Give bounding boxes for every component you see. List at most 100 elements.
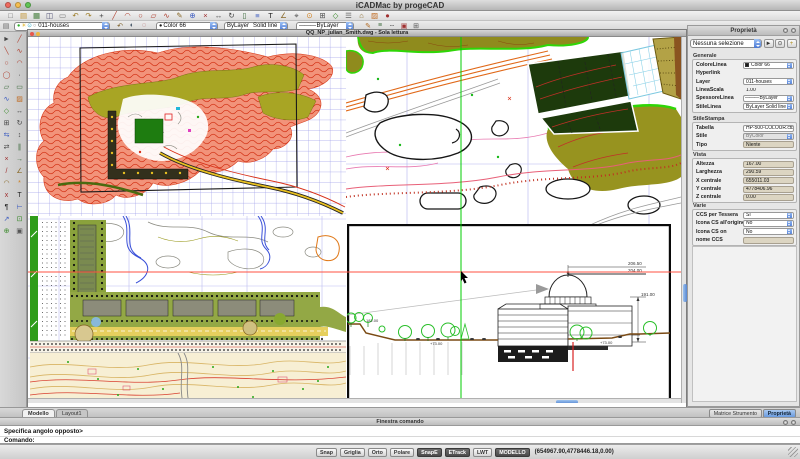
palette-tool-copy[interactable]: ⊞ <box>0 118 13 130</box>
toolbar-icon-arc[interactable]: ◠ <box>121 11 134 20</box>
toolbar-icon-region[interactable]: ◇ <box>329 11 342 20</box>
doc-close-button[interactable] <box>30 32 34 36</box>
toolbar-icon-spline[interactable]: ∿ <box>160 11 173 20</box>
palette-tool-rectangle[interactable]: ▭ <box>13 82 26 94</box>
toolbar-icon-insert-block[interactable]: ⊕ <box>186 11 199 20</box>
toolbar-icon-rotate[interactable]: ↻ <box>225 11 238 20</box>
palette-tool-ellipse[interactable]: ◯ <box>0 70 13 82</box>
palette-tool-text[interactable]: T <box>13 190 26 202</box>
palette-tool-point[interactable]: · <box>13 70 26 82</box>
horizontal-scrollbar[interactable] <box>28 398 681 403</box>
command-window-header[interactable]: Finestra comando <box>0 417 800 426</box>
palette-tool-line[interactable]: ╱ <box>13 34 26 46</box>
toolbar-icon-center-mark[interactable]: ⌖ <box>290 11 303 20</box>
toolbar-icon-save[interactable]: ▦ <box>30 11 43 20</box>
toolbar-icon-home-view[interactable]: ⌂ <box>355 11 368 20</box>
status-toggle-polare[interactable]: Polare <box>390 448 414 457</box>
palette-tool-spline[interactable]: ∿ <box>0 94 13 106</box>
palette-tool-insert[interactable]: ⊕ <box>0 226 13 238</box>
properties-tool-pin-selection[interactable]: + <box>787 39 797 48</box>
palette-tool-scale[interactable]: ↕ <box>13 130 26 142</box>
properties-tool-quick-select[interactable]: ⊙ <box>775 39 785 48</box>
toolbar-icon-point[interactable]: + <box>95 11 108 20</box>
palette-tool-polyline[interactable]: ∿ <box>13 46 26 58</box>
palette-tool-table[interactable]: ▣ <box>13 226 26 238</box>
command-minimize-icon[interactable] <box>783 420 788 425</box>
palette-tool-rotate[interactable]: ↻ <box>13 118 26 130</box>
toolbar-icon-move[interactable]: ↔ <box>212 11 225 20</box>
toolbar-icon-redo[interactable]: ↷ <box>82 11 95 20</box>
command-close-icon[interactable] <box>791 420 796 425</box>
toolbar-icon-print[interactable]: ◫ <box>43 11 56 20</box>
toolbar-icon-sketch[interactable]: ✎ <box>173 11 186 20</box>
status-toggle-etrack[interactable]: ETrack <box>445 448 470 457</box>
status-toggle-snap[interactable]: Snap <box>316 448 337 457</box>
toolbar-icon-line[interactable]: ╱ <box>108 11 121 20</box>
status-toggle-orto[interactable]: Orto <box>368 448 387 457</box>
toolbar-icon-layers[interactable]: ≡ <box>251 11 264 20</box>
palette-tool-block[interactable]: ⊡ <box>13 214 26 226</box>
selection-combo[interactable]: Nessuna selezione <box>690 39 762 48</box>
properties-tool-select-entities[interactable]: ► <box>764 39 774 48</box>
status-toggle-griglia[interactable]: Griglia <box>340 448 365 457</box>
palette-tool-mirror[interactable]: ⇆ <box>0 130 13 142</box>
palette-tool-leader[interactable]: ↗ <box>0 214 13 226</box>
toolbar-icon-erase[interactable]: × <box>199 11 212 20</box>
command-prompt-input[interactable]: Comando: <box>4 437 35 444</box>
toolbar-icon-dimension-angular[interactable]: ∠ <box>277 11 290 20</box>
toolbar-icon-point-style[interactable]: ● <box>381 11 394 20</box>
palette-tool-extend[interactable]: → <box>13 154 26 166</box>
title-bar[interactable]: iCADMac by progeCAD <box>0 0 800 11</box>
palette-tool-fillet[interactable]: ◠ <box>0 178 13 190</box>
palette-tool-region[interactable]: ◇ <box>0 106 13 118</box>
palette-tool-hatch[interactable]: ▨ <box>13 94 26 106</box>
toolbar-icon-properties-list[interactable]: ☰ <box>342 11 355 20</box>
palette-tool-stretch[interactable]: ⇄ <box>0 142 13 154</box>
drawing-window: QQ_NP_julian_Smith.dwg - Sola lettura <box>27 29 687 408</box>
toolbar-icon-circle[interactable]: ○ <box>134 11 147 20</box>
standard-toolbar: □▤▦◫▭↶↷+╱◠○▱∿✎⊕×↔↻▯≡T∠⌖⊙⊞◇☰⌂▨● <box>0 11 800 21</box>
palette-tool-dimension[interactable]: ⊢ <box>13 202 26 214</box>
toolbar-icon-undo[interactable]: ↶ <box>69 11 82 20</box>
model-space-canvas[interactable]: 206.50 204.00 191.00 <box>28 37 681 403</box>
group-generale: ColoreLinea Color 66 Hyperlink <box>692 59 797 113</box>
toolbar-icon-donut[interactable]: ⊙ <box>303 11 316 20</box>
panel-minimize-icon[interactable] <box>783 28 788 33</box>
vertical-scrollbar[interactable] <box>681 37 686 403</box>
palette-tool-trim[interactable]: × <box>0 154 13 166</box>
selection-combo-stepper[interactable] <box>754 39 761 48</box>
toolbar-icon-rectangle[interactable]: ▯ <box>238 11 251 20</box>
resize-grip[interactable] <box>788 447 798 457</box>
panel-close-icon[interactable] <box>791 28 796 33</box>
toolbar-icon-table[interactable]: ⊞ <box>316 11 329 20</box>
toolbar-icon-plot-preview[interactable]: ▭ <box>56 11 69 20</box>
toolbar-icon-open[interactable]: ▤ <box>17 11 30 20</box>
cursor-coordinates: (654967.90,4778446.18,0.00) <box>535 449 614 455</box>
viewport-topright-contours <box>346 37 681 226</box>
toolbar-icon-text[interactable]: T <box>264 11 277 20</box>
toolbar-icon-new[interactable]: □ <box>4 11 17 20</box>
layers-manager-icon[interactable]: ▤ <box>0 22 12 30</box>
status-toggle-snape[interactable]: SnapE <box>417 448 441 457</box>
palette-tool-polygon[interactable]: ▱ <box>0 82 13 94</box>
drawing-svg[interactable]: 206.50 204.00 191.00 <box>28 37 681 403</box>
palette-tool-erase[interactable]: x <box>0 190 13 202</box>
properties-panel-header[interactable]: Proprietà <box>688 26 799 36</box>
palette-tool-mtext[interactable]: ¶ <box>0 202 13 214</box>
status-toggle-lwt[interactable]: LWT <box>473 448 492 457</box>
palette-tool-break[interactable]: / <box>0 166 13 178</box>
palette-tool-circle[interactable]: ○ <box>0 58 13 70</box>
status-toggle-modello[interactable]: MODELLO <box>495 448 529 457</box>
palette-tool-select[interactable]: ► <box>0 34 13 46</box>
palette-tool-explode[interactable]: * <box>13 178 26 190</box>
palette-tool-move[interactable]: ↔ <box>13 106 26 118</box>
drawing-window-titlebar[interactable]: QQ_NP_julian_Smith.dwg - Sola lettura <box>28 30 686 37</box>
palette-tool-arc[interactable]: ◠ <box>13 58 26 70</box>
toolbar-icon-polygon[interactable]: ▱ <box>147 11 160 20</box>
doc-minimize-button[interactable] <box>36 32 40 36</box>
toolbar-icon-hatch[interactable]: ▨ <box>368 11 381 20</box>
palette-tool-chamfer[interactable]: ∠ <box>13 166 26 178</box>
palette-tool-offset[interactable]: ∥ <box>13 142 26 154</box>
command-line-area[interactable]: Specifica angolo opposto> Comando: <box>0 426 800 444</box>
palette-tool-construction-line[interactable]: ╲ <box>0 46 13 58</box>
